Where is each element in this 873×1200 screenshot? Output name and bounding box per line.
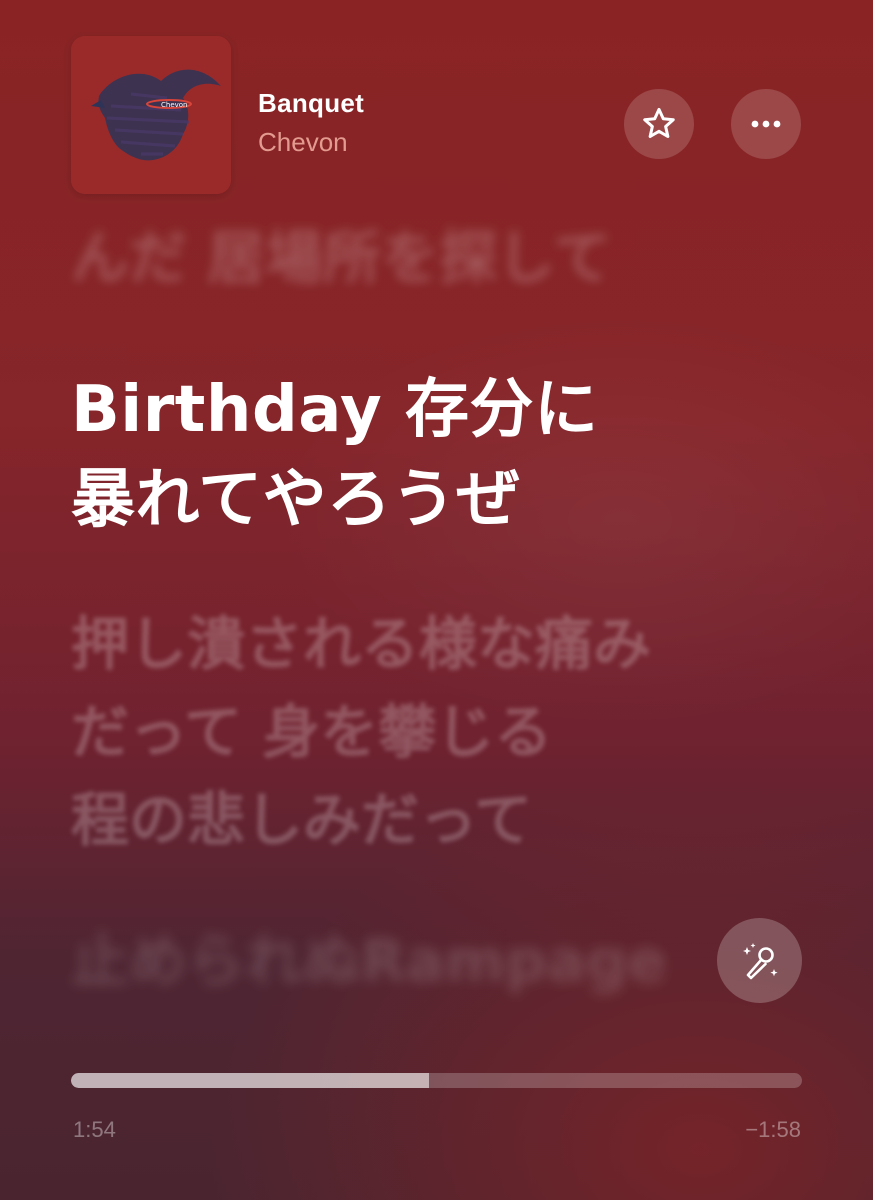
- lyric-next[interactable]: 押し潰される様な痛み だって 身を攀じる 程の悲しみだって: [71, 600, 651, 864]
- sing-button[interactable]: [717, 918, 802, 1003]
- lyric-current[interactable]: Birthday 存分に 暴れてやろうぜ: [71, 365, 598, 545]
- lyric-next-line: だって 身を攀じる: [71, 698, 553, 766]
- playback-progress-fill: [71, 1073, 430, 1088]
- track-artist[interactable]: Chevon: [258, 127, 348, 158]
- microphone-sparkle-icon: [742, 942, 778, 979]
- album-art-image: Chevon: [71, 36, 231, 194]
- favorite-button[interactable]: [624, 89, 694, 159]
- ellipsis-icon: [751, 120, 781, 128]
- artwork-label: Chevon: [161, 101, 188, 109]
- album-artwork[interactable]: Chevon: [71, 36, 231, 194]
- playback-scrubber[interactable]: [71, 1073, 802, 1088]
- lyric-next-line: 程の悲しみだって: [71, 786, 533, 854]
- elapsed-time: 1:54: [73, 1117, 116, 1142]
- remaining-time: −1:58: [745, 1117, 801, 1142]
- lyric-previous-line[interactable]: んだ 居場所を探して: [71, 222, 611, 294]
- lyric-following-line[interactable]: 止められぬRampage: [71, 925, 667, 997]
- lyric-current-line: Birthday 存分に: [71, 373, 599, 447]
- track-title[interactable]: Banquet: [258, 88, 364, 119]
- lyric-next-line: 押し潰される様な痛み: [71, 610, 652, 678]
- more-options-button[interactable]: [731, 89, 801, 159]
- lyric-current-line: 暴れてやろうぜ: [71, 463, 521, 537]
- star-icon: [643, 107, 675, 139]
